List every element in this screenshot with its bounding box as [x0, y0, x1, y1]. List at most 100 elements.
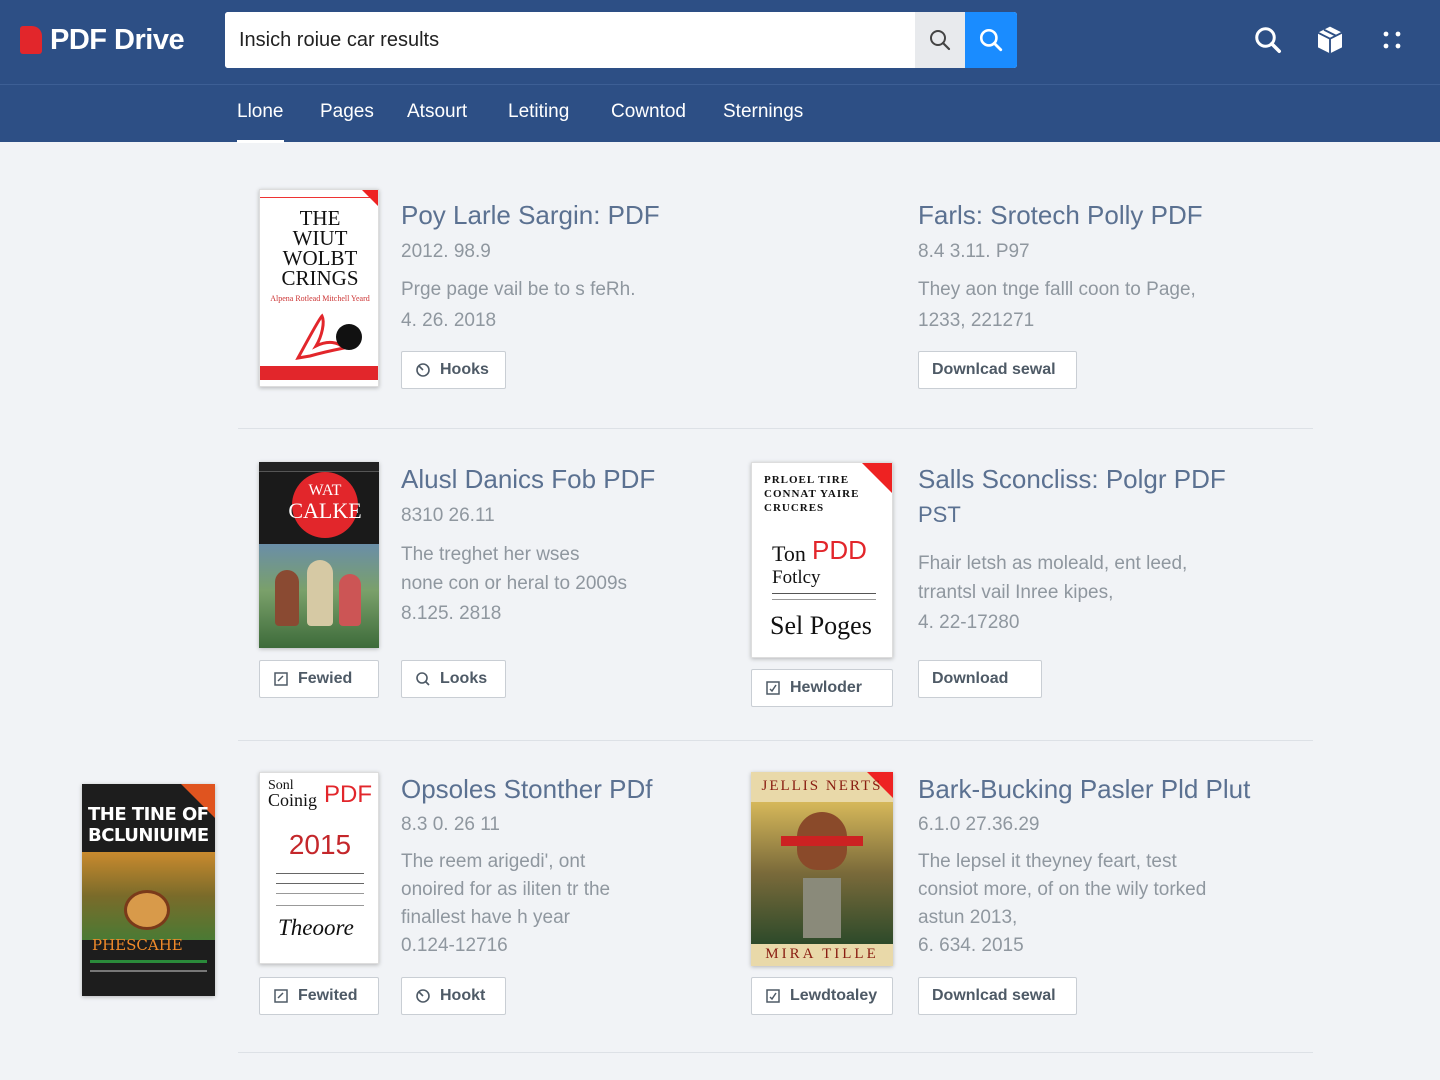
result-description: trrantsl vail Inree kipes,: [918, 582, 1114, 603]
download-button[interactable]: Downlcad sewal: [918, 977, 1077, 1015]
checkbox-icon: [766, 989, 780, 1003]
row-divider: [238, 1052, 1313, 1053]
nav-item-home[interactable]: Llone: [237, 85, 284, 143]
result-date: 1233, 221271: [918, 310, 1035, 331]
looks-button[interactable]: Looks: [401, 660, 506, 698]
side-book-art: [82, 852, 215, 940]
search-input[interactable]: [225, 12, 915, 68]
apps-grid-icon[interactable]: [1374, 22, 1410, 58]
cover-5-top: JELLIS NERTS: [761, 778, 883, 794]
button-label: Fewied: [298, 670, 353, 687]
result-title[interactable]: Poy Larle Sargin: PDF: [401, 200, 660, 231]
button-label: Hewloder: [790, 679, 863, 696]
row-divider: [238, 428, 1313, 429]
result-description: Fhair letsh as moleald, ent leed,: [918, 553, 1188, 574]
result-title[interactable]: Bark-Bucking Pasler Pld Plut: [918, 774, 1250, 805]
cover-1-seal: [336, 324, 362, 350]
result-description: consiot more, of on the wily torked: [918, 879, 1207, 900]
search-inner-icon[interactable]: [915, 12, 965, 68]
cover-3-word: Ton: [772, 541, 806, 566]
favorited-button[interactable]: Fewied: [259, 660, 379, 698]
edit-icon: [274, 989, 288, 1003]
book-cover-5[interactable]: JELLIS NERTS MIRA TILLE: [751, 772, 893, 966]
result-meta: 8310 26.11: [401, 505, 495, 526]
button-label: Fewited: [298, 987, 358, 1004]
edit-icon: [274, 672, 288, 686]
cover-2-photo: [259, 544, 379, 648]
hookt-button[interactable]: Hookt: [401, 977, 506, 1015]
search-small-icon: [416, 672, 430, 686]
cover-3-word: Sel Poges: [770, 611, 872, 640]
cover-4-year: 2015: [288, 829, 352, 860]
nav-item-listing[interactable]: Letiting: [508, 85, 569, 143]
tag-icon: [416, 989, 430, 1003]
search-icon: [979, 28, 1003, 52]
result-date: 4. 22-17280: [918, 612, 1020, 633]
result-meta: 2012. 98.9: [401, 241, 491, 262]
result-description: finallest have h year: [401, 907, 570, 928]
button-label: Hooks: [440, 361, 489, 378]
result-meta: 8.3 0. 26 11: [401, 814, 500, 835]
row-divider: [238, 740, 1313, 741]
book-cover-1[interactable]: THE WIUT WOLBT CRINGS Alpena Rotlead Mit…: [259, 189, 379, 387]
cover-1-title: THE WIUT WOLBT CRINGS: [281, 206, 359, 290]
result-date: 8.125. 2818: [401, 603, 502, 624]
package-icon[interactable]: [1312, 22, 1348, 58]
cover-3-header: PRLOEL TIRE CONNAT YAIRE CRUCRES: [764, 474, 860, 514]
side-book-cover[interactable]: THE TINE OF BCLUNIUIME PHESCAHE: [82, 784, 215, 996]
logo-text: PDF Drive: [50, 23, 185, 56]
header-search-icon[interactable]: [1250, 22, 1286, 58]
nav-item-download[interactable]: Cowntod: [611, 85, 686, 143]
book-cover-2[interactable]: WAT CALKE: [259, 462, 379, 648]
book-cover-3[interactable]: PRLOEL TIRE CONNAT YAIRE CRUCRES Ton PDD…: [751, 462, 893, 658]
result-meta: 6.1.0 27.36.29: [918, 814, 1040, 835]
result-title[interactable]: Salls Sconcliss: Polgr PDF: [918, 464, 1226, 495]
cover-3-word: Fotlcy: [772, 567, 821, 588]
pdf-drive-logo-mark: [20, 26, 42, 54]
cover-3-pdd: PDD: [812, 535, 867, 565]
cover-4-top: Sonl Coinig: [268, 778, 318, 810]
result-date: 6. 634. 2015: [918, 935, 1024, 956]
nav-item-pages[interactable]: Pages: [320, 85, 374, 143]
hooks-button[interactable]: Hooks: [401, 351, 506, 389]
cover-5-bottom: MIRA TILLE: [765, 946, 879, 962]
checkbox-icon: [766, 681, 780, 695]
favorited-button[interactable]: Fewited: [259, 977, 379, 1015]
cover-2-badge-main: CALKE: [288, 498, 362, 523]
pdf-drive-logo[interactable]: PDF Drive: [20, 22, 185, 58]
cover-5-art: [751, 802, 893, 944]
button-label: Hookt: [440, 987, 486, 1004]
button-label: Looks: [440, 670, 488, 687]
search-button[interactable]: [965, 12, 1017, 68]
result-description: Prge page vail be to s feRh.: [401, 279, 636, 300]
download-button[interactable]: Download: [918, 660, 1042, 698]
tag-icon: [416, 363, 430, 377]
result-title-2[interactable]: PST: [918, 502, 961, 528]
nav-item-account[interactable]: Atsourt: [407, 85, 467, 143]
result-title[interactable]: Farls: Srotech Polly PDF: [918, 200, 1203, 231]
result-description: none con or heral to 2009s: [401, 573, 628, 594]
side-book-band: PHESCAHE: [92, 936, 183, 954]
result-date: 4. 26. 2018: [401, 310, 497, 331]
cover-4-pdf: PDF: [324, 781, 372, 808]
side-book-title: THE TINE OF BCLUNIUIME: [88, 804, 209, 846]
cover-1-band: [260, 366, 378, 380]
result-title[interactable]: Opsoles Stonther PDf: [401, 774, 652, 805]
book-cover-4[interactable]: Sonl Coinig PDF 2015 Theoore: [259, 772, 379, 964]
result-title[interactable]: Alusl Danics Fob PDF: [401, 464, 655, 495]
result-description: They aon tnge falll coon to Page,: [918, 279, 1196, 300]
button-label: Download: [932, 670, 1009, 687]
cover-4-tag: Theoore: [278, 915, 354, 940]
result-date: 0.124-12716: [401, 935, 508, 956]
button-label: Downlcad sewal: [932, 361, 1056, 378]
top-bar: PDF Drive: [0, 0, 1440, 84]
nav-item-settings[interactable]: Sternings: [723, 85, 803, 143]
cover-1-subtitle: Alpena Rotlead Mitchell Yeard: [270, 294, 370, 303]
button-label: Lewdtoaley: [790, 987, 878, 1004]
lewdtoaley-button[interactable]: Lewdtoaley: [751, 977, 893, 1015]
hewloder-button[interactable]: Hewloder: [751, 669, 893, 707]
result-meta: 8.4 3.11. P97: [918, 241, 1030, 262]
result-description: The reem arigedi', ont: [401, 851, 586, 872]
download-button[interactable]: Downlcad sewal: [918, 351, 1077, 389]
result-description: The lepsel it theyney feart, test: [918, 851, 1177, 872]
